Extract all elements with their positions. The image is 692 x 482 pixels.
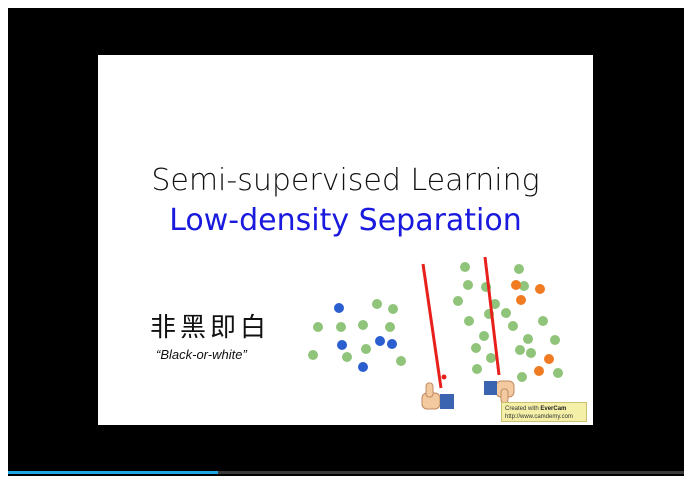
dot-scene [308, 256, 563, 410]
bad-boundary-line [421, 263, 443, 389]
labeled-dot-orange [511, 280, 521, 290]
unlabeled-dot [358, 320, 368, 330]
unlabeled-dot [372, 299, 382, 309]
watermark-url: http://www.camdemy.com [505, 414, 573, 420]
unlabeled-dot [523, 334, 533, 344]
unlabeled-dot [515, 345, 525, 355]
unlabeled-dot [313, 322, 323, 332]
unlabeled-dot [453, 296, 463, 306]
unlabeled-dot [342, 352, 352, 362]
unlabeled-dot [550, 335, 560, 345]
unlabeled-dot [517, 372, 527, 382]
unlabeled-dot [308, 350, 318, 360]
labeled-dot-blue [337, 340, 347, 350]
unlabeled-dot [385, 322, 395, 332]
thumb-down-icon [484, 380, 515, 404]
unlabeled-dot [553, 368, 563, 378]
progress-bar[interactable] [8, 471, 684, 474]
right-cluster [453, 262, 563, 382]
labeled-dot-orange [534, 366, 544, 376]
unlabeled-dot [463, 280, 473, 290]
watermark-brand: EverCam [540, 406, 567, 412]
cursor-dot [441, 374, 447, 380]
unlabeled-dot [472, 364, 482, 374]
unlabeled-dot [514, 264, 524, 274]
unlabeled-dot [479, 331, 489, 341]
unlabeled-dot [501, 308, 511, 318]
slide: Semi-supervised Learning Low-density Sep… [98, 55, 593, 425]
labeled-dot-orange [544, 354, 554, 364]
labeled-dot-blue [387, 339, 397, 349]
thumb-up-icon [421, 382, 454, 410]
unlabeled-dot [508, 321, 518, 331]
unlabeled-dot [464, 316, 474, 326]
labeled-dot-blue [358, 362, 368, 372]
unlabeled-dot [538, 316, 548, 326]
unlabeled-dot [526, 348, 536, 358]
unlabeled-dot [471, 343, 481, 353]
evercam-watermark[interactable]: Created with EverCam http://www.camdemy.… [501, 402, 587, 422]
left-cluster [308, 299, 406, 372]
unlabeled-dot [388, 304, 398, 314]
unlabeled-dot [396, 356, 406, 366]
labeled-dot-orange [516, 295, 526, 305]
labeled-dot-blue [334, 303, 344, 313]
unlabeled-dot [336, 322, 346, 332]
unlabeled-dot [460, 262, 470, 272]
unlabeled-dot [486, 353, 496, 363]
watermark-prefix: Created with [505, 406, 541, 412]
labeled-dot-blue [375, 336, 385, 346]
unlabeled-dot [361, 344, 371, 354]
progress-fill [8, 471, 218, 474]
labeled-dot-orange [535, 284, 545, 294]
